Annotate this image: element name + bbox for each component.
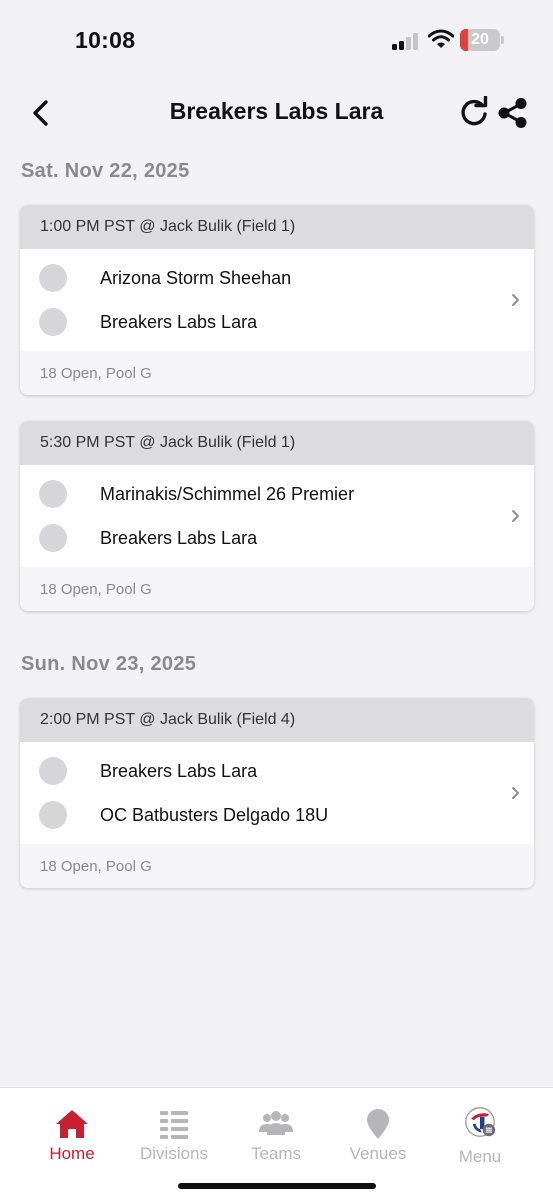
tab-home[interactable]: Home [17,1088,127,1178]
game-card[interactable]: 2:00 PM PST @ Jack Bulik (Field 4) Break… [20,698,534,888]
team-name: Breakers Labs Lara [100,761,258,781]
game-card[interactable]: 5:30 PM PST @ Jack Bulik (Field 1) Marin… [20,421,534,611]
game-time-venue: 1:00 PM PST @ Jack Bulik (Field 1) [20,205,534,249]
tab-label: Teams [250,1144,302,1163]
team-name: Breakers Labs Lara [100,312,258,332]
team-logo-placeholder [39,757,67,785]
chevron-right-icon [512,510,519,522]
team-name: Marinakis/Schimmel 26 Premier [100,484,355,504]
game-teams: Breakers Labs Lara OC Batbusters Delgado… [20,742,534,844]
battery-icon: 20 [460,29,504,51]
cellular-signal-icon [392,32,420,50]
game-teams: Marinakis/Schimmel 26 Premier Breakers L… [20,465,534,567]
people-icon [259,1111,293,1135]
team-logo-placeholder [39,801,67,829]
refresh-button[interactable] [458,96,490,128]
back-button[interactable] [24,96,58,130]
share-button[interactable] [496,96,530,130]
tab-label: Venues [349,1144,407,1163]
team-logo-placeholder [39,264,67,292]
date-header: Sat. Nov 22, 2025 [21,160,190,182]
game-time-venue: 2:00 PM PST @ Jack Bulik (Field 4) [20,698,534,742]
page-title: Breakers Labs Lara [169,98,384,124]
team-logo-placeholder [39,308,67,336]
home-indicator [178,1183,376,1189]
list-icon [160,1111,188,1139]
tab-divisions[interactable]: Divisions [119,1088,229,1178]
chevron-right-icon [512,294,519,306]
menu-logo-icon [465,1107,496,1137]
battery-percent: 20 [471,31,489,48]
team-name: Arizona Storm Sheehan [100,268,292,288]
game-teams: Arizona Storm Sheehan Breakers Labs Lara [20,249,534,351]
home-icon [56,1110,88,1138]
team-logo-placeholder [39,480,67,508]
game-division: 18 Open, Pool G [20,567,534,611]
game-card[interactable]: 1:00 PM PST @ Jack Bulik (Field 1) Arizo… [20,205,534,395]
status-bar: 10:08 20 [0,0,553,80]
status-time: 10:08 [75,27,136,53]
screen: 10:08 20 Breakers Labs Lara Sat. Nov 22,… [0,0,553,1200]
location-pin-icon [367,1109,389,1139]
chevron-right-icon [512,787,519,799]
game-division: 18 Open, Pool G [20,351,534,395]
team-name: OC Batbusters Delgado 18U [100,805,329,825]
game-time-venue: 5:30 PM PST @ Jack Bulik (Field 1) [20,421,534,465]
wifi-icon [428,29,454,48]
tab-venues[interactable]: Venues [323,1088,433,1178]
tab-label: Divisions [139,1144,209,1163]
team-name: Breakers Labs Lara [100,528,258,548]
date-header: Sun. Nov 23, 2025 [21,653,197,675]
tab-label: Home [49,1144,95,1163]
team-logo-placeholder [39,524,67,552]
game-division: 18 Open, Pool G [20,844,534,888]
nav-header: Breakers Labs Lara [0,88,553,136]
tab-label: Menu [458,1147,502,1166]
tab-menu[interactable]: Menu [425,1088,535,1178]
tab-teams[interactable]: Teams [221,1088,331,1178]
